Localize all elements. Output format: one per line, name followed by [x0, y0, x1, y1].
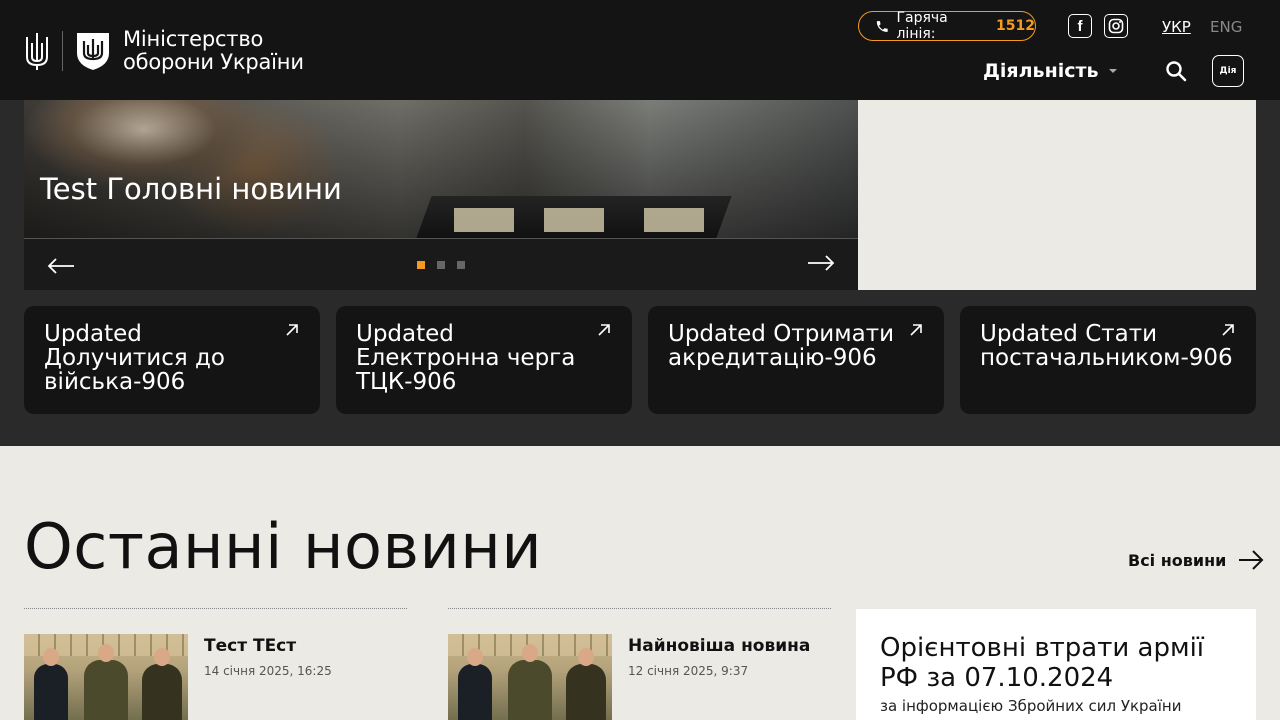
news-thumbnail [24, 634, 188, 720]
hero-side-panel [858, 100, 1256, 290]
news-section-title: Останні новини [24, 510, 543, 583]
hero-image-paper [454, 208, 514, 232]
chevron-down-icon [1108, 69, 1117, 73]
news-item[interactable]: Найновіша новина 12 січня 2025, 9:37 [448, 634, 831, 720]
losses-subtitle: за інформацією Збройних сил України [880, 697, 1182, 715]
hotline-button[interactable]: Гаряча лінія: 1512 [858, 10, 1036, 42]
trident-icon [26, 33, 48, 70]
quick-link-label: Updated Електронна черга ТЦК-906 [356, 321, 576, 395]
thumb-head [98, 644, 114, 662]
thumb-person [142, 664, 182, 720]
hotline-label: Гаряча лінія: [896, 10, 948, 42]
search-icon[interactable] [1164, 59, 1188, 83]
arrow-right-icon [1239, 550, 1264, 570]
news-thumbnail [448, 634, 612, 720]
thumb-head [522, 644, 538, 662]
losses-title: Орієнтовні втрати армії РФ за 07.10.2024 [880, 633, 1205, 693]
brand-logo-link[interactable]: Міністерство оборони України [24, 28, 304, 74]
nav-activity-dropdown[interactable]: Діяльність [983, 60, 1117, 82]
news-headline[interactable]: Найновіша новина [628, 636, 810, 656]
brand-line-1: Міністерство [123, 27, 264, 51]
hero-image-paper [544, 208, 604, 232]
quick-link-card[interactable]: Updated Електронна черга ТЦК-906 [336, 306, 632, 414]
arrow-left-icon[interactable] [46, 256, 76, 276]
arrow-up-right-icon [1222, 324, 1234, 336]
news-divider [24, 608, 407, 609]
lang-ukr-link[interactable]: УКР [1162, 18, 1191, 36]
instagram-glyph [1108, 18, 1124, 34]
slider-controls [24, 238, 858, 290]
losses-card[interactable]: Орієнтовні втрати армії РФ за 07.10.2024… [856, 609, 1256, 720]
thumb-person [508, 660, 552, 720]
diia-button[interactable]: Дія [1212, 55, 1244, 87]
arrow-up-right-icon [598, 324, 610, 336]
quick-link-card[interactable]: Updated Долучитися до війська-906 [24, 306, 320, 414]
slider-dot[interactable] [457, 261, 465, 269]
all-news-label: Всі новини [1128, 550, 1227, 570]
thumb-head [578, 648, 594, 666]
arrow-right-icon[interactable] [806, 253, 836, 273]
news-date: 14 січня 2025, 16:25 [204, 664, 332, 678]
news-date: 12 січня 2025, 9:37 [628, 664, 749, 678]
facebook-glyph: f [1077, 17, 1083, 35]
thumb-head [467, 648, 483, 666]
quick-link-label: Updated Долучитися до війська-906 [44, 321, 226, 395]
hero-title[interactable]: Test Головні новини [40, 172, 342, 206]
news-item[interactable]: Тест ТЕст 14 січня 2025, 16:25 [24, 634, 407, 720]
ministry-shield-icon [77, 33, 109, 70]
brand-line-2: оборони України [123, 50, 304, 74]
facebook-icon[interactable]: f [1068, 14, 1092, 38]
slider-dots [417, 261, 465, 269]
phone-icon [876, 20, 888, 32]
thumb-head [43, 648, 59, 666]
slider-dot[interactable] [417, 261, 425, 269]
news-headline[interactable]: Тест ТЕст [204, 636, 332, 656]
site-header: Міністерство оборони України Гаряча ліні… [0, 0, 1280, 100]
arrow-up-right-icon [286, 324, 298, 336]
thumb-person [34, 664, 68, 720]
thumb-person [566, 664, 606, 720]
thumb-person [84, 660, 128, 720]
quick-link-label: Updated Стати постачальником-906 [980, 321, 1233, 371]
hero-image-paper [644, 208, 704, 232]
nav-activity-label: Діяльність [983, 60, 1099, 82]
brand-divider [62, 31, 63, 71]
hero-slide-image[interactable] [24, 100, 858, 238]
hotline-number: 1512 [996, 18, 1035, 34]
quick-link-label: Updated Отримати акредитацію-906 [668, 321, 895, 371]
news-divider [448, 608, 831, 609]
slider-dot[interactable] [437, 261, 445, 269]
lang-eng-link[interactable]: ENG [1210, 18, 1242, 36]
brand-title: Міністерство оборони України [123, 28, 304, 74]
instagram-icon[interactable] [1104, 14, 1128, 38]
thumb-person [458, 664, 492, 720]
quick-link-card[interactable]: Updated Отримати акредитацію-906 [648, 306, 944, 414]
all-news-link[interactable]: Всі новини [1128, 549, 1264, 571]
news-text: Тест ТЕст 14 січня 2025, 16:25 [204, 636, 332, 678]
thumb-head [154, 648, 170, 666]
quick-link-card[interactable]: Updated Стати постачальником-906 [960, 306, 1256, 414]
arrow-up-right-icon [910, 324, 922, 336]
news-text: Найновіша новина 12 січня 2025, 9:37 [628, 636, 810, 678]
